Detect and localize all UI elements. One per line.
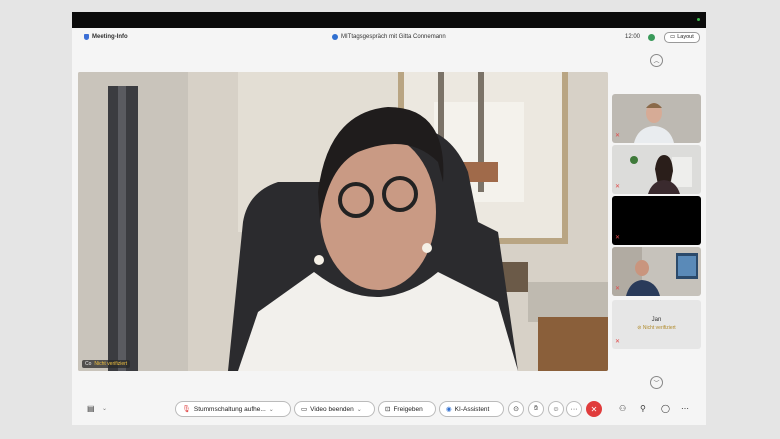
participant-tile-3[interactable]: ✕ [612, 196, 701, 245]
participant-name: Jan [651, 317, 662, 323]
hangup-icon: ✕ [590, 404, 598, 414]
unmute-button[interactable]: 🎙︎ Stummschaltung aufhe... ⌄ [175, 401, 291, 417]
speaker-name-tag: Co Nicht verifiziert [82, 360, 131, 368]
participant-video [612, 247, 701, 296]
emoji-icon: ☺ [552, 405, 560, 413]
layout-button[interactable]: ▭ Layout [664, 32, 700, 43]
participant-video [612, 145, 701, 194]
add-person-icon[interactable]: ⚲ [640, 404, 646, 413]
scroll-down-button[interactable]: ﹀ [650, 376, 663, 389]
share-button[interactable]: ⊡ Freigeben [378, 401, 436, 417]
share-label: Freigeben [393, 405, 423, 413]
meeting-info-button[interactable]: Meeting-Info [84, 34, 128, 40]
chevron-up-icon: ︿ [653, 59, 660, 65]
layout-label: Layout [677, 34, 694, 40]
meeting-info-label: Meeting-Info [92, 34, 128, 40]
ai-assistant-button[interactable]: ◉ KI-Assistent [439, 401, 504, 417]
meeting-window: Meeting-Info MITtagsgespräch mit Gitta C… [72, 12, 706, 425]
chevron-down-icon[interactable]: ⌄ [102, 405, 107, 412]
leave-meeting-button[interactable]: ✕ [586, 401, 602, 417]
share-icon: ⊡ [385, 406, 391, 413]
stop-video-label: Video beenden [310, 405, 354, 413]
stop-video-button[interactable]: ▭ Video beenden ⌄ [294, 401, 375, 417]
ai-icon: ◉ [446, 406, 452, 413]
mic-off-icon: ✕ [615, 133, 621, 139]
not-verified-text: Nicht verifiziert [642, 325, 676, 331]
hand-icon: ✋︎ [534, 405, 538, 412]
chevron-down-icon: ⌄ [356, 406, 362, 413]
meeting-title-text: MITtagsgespräch mit Gitta Connemann [341, 34, 446, 40]
meeting-title: MITtagsgespräch mit Gitta Connemann [332, 34, 446, 40]
chat-bubble-icon[interactable]: ◯ [661, 404, 670, 413]
scroll-up-button[interactable]: ︿ [650, 54, 663, 67]
participant-tile-4[interactable]: ✕ [612, 247, 701, 296]
ellipsis-icon[interactable]: ⋯ [681, 404, 689, 413]
mic-off-icon: ✕ [615, 235, 621, 241]
ai-assistant-label: KI-Assistent [454, 405, 490, 413]
mic-off-icon: ✕ [615, 286, 621, 292]
reactions-button[interactable]: ☺ [548, 401, 564, 417]
participant-tile-jan[interactable]: Jan ⊘ Nicht verifiziert ✕ [612, 300, 701, 349]
more-icon: ··· [570, 405, 578, 413]
meeting-app-icon [332, 34, 338, 40]
chevron-down-icon: ﹀ [653, 381, 660, 387]
raise-hand-button[interactable]: ✋︎ [528, 401, 544, 417]
participant-video [612, 94, 701, 143]
chevron-down-icon: ⌄ [268, 406, 274, 413]
window-top-strip [72, 12, 706, 28]
not-verified-label: ⊘ Nicht verifiziert [637, 325, 676, 331]
chat-icon[interactable]: ▤ [87, 404, 95, 413]
participant-tile-1[interactable]: ✕ [612, 94, 701, 143]
main-speaker-video[interactable]: Co Nicht verifiziert [78, 72, 608, 371]
mic-off-icon: 🎙︎ [182, 406, 191, 413]
record-button[interactable]: ⊙ [508, 401, 524, 417]
record-icon: ⊙ [513, 406, 519, 413]
unmute-label: Stummschaltung aufhe... [193, 405, 266, 413]
status-indicator [697, 18, 700, 21]
meeting-clock: 12:00 [625, 34, 641, 40]
shield-icon [84, 34, 89, 40]
title-bar: Meeting-Info MITtagsgespräch mit Gitta C… [72, 28, 706, 48]
speaker-name: Co [85, 361, 92, 367]
mic-off-icon: ✕ [615, 339, 621, 345]
more-options-button[interactable]: ··· [566, 401, 582, 417]
speaker-video-frame [78, 72, 608, 371]
video-icon: ▭ [301, 406, 308, 413]
layout-icon: ▭ [670, 34, 676, 40]
participant-tile-2[interactable]: ✕ [612, 145, 701, 194]
participants-icon[interactable]: ⚇ [619, 404, 626, 413]
meeting-toolbar: ▤ ⌄ 🎙︎ Stummschaltung aufhe... ⌄ ▭ Video… [72, 398, 706, 420]
not-verified-badge: Nicht verifiziert [94, 361, 128, 367]
mic-off-icon: ✕ [615, 184, 621, 190]
connection-status-icon[interactable] [648, 34, 655, 41]
